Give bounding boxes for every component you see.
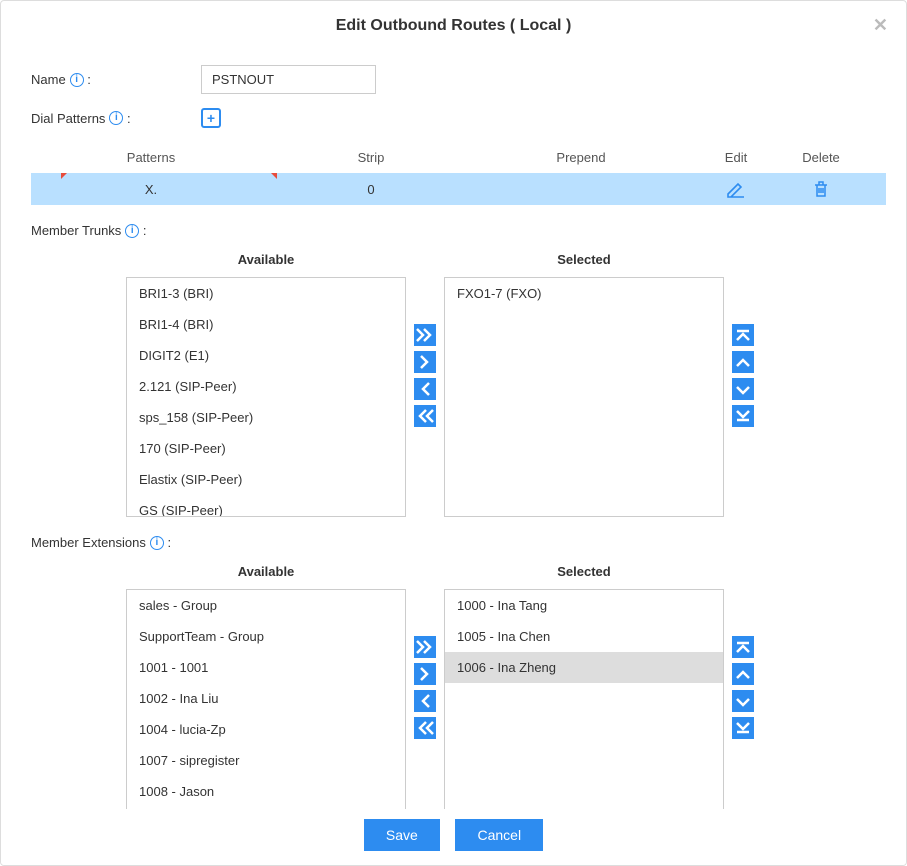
list-item[interactable]: 2.121 (SIP-Peer) <box>127 371 405 402</box>
dial-patterns-label: Dial Patterns i : <box>31 111 201 126</box>
trunks-order-buttons <box>732 324 754 427</box>
list-item[interactable]: 1007 - sipregister <box>127 745 405 776</box>
move-all-left-button[interactable] <box>414 405 436 427</box>
list-item[interactable]: 1006 - Ina Zheng <box>445 652 723 683</box>
col-header-edit: Edit <box>691 150 781 165</box>
delete-icon[interactable] <box>811 180 831 197</box>
selected-title: Selected <box>444 246 724 277</box>
available-title: Available <box>126 246 406 277</box>
dialog-title: Edit Outbound Routes ( Local ) <box>336 17 572 34</box>
trunks-move-buttons <box>414 324 436 427</box>
info-icon[interactable]: i <box>109 111 123 125</box>
name-label: Name i : <box>31 72 201 87</box>
list-item[interactable]: FXO1-7 (FXO) <box>445 278 723 309</box>
dial-patterns-row: Dial Patterns i : + <box>31 108 886 128</box>
list-item[interactable]: 1004 - lucia-Zp <box>127 714 405 745</box>
selected-title: Selected <box>444 558 724 589</box>
list-item[interactable]: 1001 - 1001 <box>127 652 405 683</box>
col-header-strip: Strip <box>271 150 471 165</box>
list-item[interactable]: 170 (SIP-Peer) <box>127 433 405 464</box>
info-icon[interactable]: i <box>70 73 84 87</box>
col-header-delete: Delete <box>781 150 861 165</box>
move-up-button[interactable] <box>732 351 754 373</box>
patterns-table-header: Patterns Strip Prepend Edit Delete <box>31 142 886 173</box>
col-header-patterns: Patterns <box>31 150 271 165</box>
list-item[interactable]: 1000 - Ina Tang <box>445 590 723 621</box>
close-icon[interactable]: ✕ <box>873 15 888 36</box>
trunks-available-list[interactable]: BRI1-3 (BRI)BRI1-4 (BRI)DIGIT2 (E1)2.121… <box>126 277 406 517</box>
edit-outbound-routes-dialog: Edit Outbound Routes ( Local ) ✕ Name i … <box>0 0 907 866</box>
patterns-table: Patterns Strip Prepend Edit Delete X. 0 <box>31 142 886 205</box>
move-left-button[interactable] <box>414 378 436 400</box>
member-trunks-label: Member Trunks i : <box>31 223 886 238</box>
dialog-header: Edit Outbound Routes ( Local ) ✕ <box>1 1 906 45</box>
move-down-button[interactable] <box>732 378 754 400</box>
list-item[interactable]: BRI1-3 (BRI) <box>127 278 405 309</box>
required-marker-icon <box>271 173 277 179</box>
list-item[interactable]: DIGIT2 (E1) <box>127 340 405 371</box>
extensions-selected-list[interactable]: 1000 - Ina Tang1005 - Ina Chen1006 - Ina… <box>444 589 724 813</box>
move-all-right-button[interactable] <box>414 324 436 346</box>
col-header-prepend: Prepend <box>471 150 691 165</box>
extensions-order-buttons <box>732 636 754 739</box>
list-item[interactable]: BRI1-4 (BRI) <box>127 309 405 340</box>
member-extensions-label: Member Extensions i : <box>31 535 886 550</box>
move-all-right-button[interactable] <box>414 636 436 658</box>
member-trunks-picker: Available BRI1-3 (BRI)BRI1-4 (BRI)DIGIT2… <box>126 246 886 517</box>
name-input[interactable] <box>201 65 376 94</box>
move-top-button[interactable] <box>732 636 754 658</box>
trunks-available-column: Available BRI1-3 (BRI)BRI1-4 (BRI)DIGIT2… <box>126 246 406 517</box>
available-title: Available <box>126 558 406 589</box>
required-marker-icon <box>61 173 67 179</box>
edit-icon[interactable] <box>726 180 746 197</box>
add-pattern-button[interactable]: + <box>201 108 221 128</box>
dialog-body: Name i : Dial Patterns i : + Patterns St… <box>1 49 906 813</box>
move-down-button[interactable] <box>732 690 754 712</box>
member-extensions-picker: Available sales - GroupSupportTeam - Gro… <box>126 558 886 813</box>
name-row: Name i : <box>31 65 886 94</box>
cell-patterns: X. <box>31 182 271 197</box>
list-item[interactable]: GS (SIP-Peer) <box>127 495 405 517</box>
list-item[interactable]: sps_158 (SIP-Peer) <box>127 402 405 433</box>
list-item[interactable]: 1008 - Jason <box>127 776 405 807</box>
extensions-move-buttons <box>414 636 436 739</box>
trunks-selected-list[interactable]: FXO1-7 (FXO) <box>444 277 724 517</box>
list-item[interactable]: SupportTeam - Group <box>127 621 405 652</box>
list-item[interactable]: 1005 - Ina Chen <box>445 621 723 652</box>
info-icon[interactable]: i <box>150 536 164 550</box>
move-right-button[interactable] <box>414 663 436 685</box>
cancel-button[interactable]: Cancel <box>455 819 543 851</box>
trunks-selected-column: Selected FXO1-7 (FXO) <box>444 246 724 517</box>
list-item[interactable]: 1002 - Ina Liu <box>127 683 405 714</box>
extensions-selected-column: Selected 1000 - Ina Tang1005 - Ina Chen1… <box>444 558 724 813</box>
move-all-left-button[interactable] <box>414 717 436 739</box>
move-left-button[interactable] <box>414 690 436 712</box>
dialog-footer: Save Cancel <box>1 809 906 865</box>
info-icon[interactable]: i <box>125 224 139 238</box>
save-button[interactable]: Save <box>364 819 440 851</box>
patterns-table-row[interactable]: X. 0 <box>31 173 886 205</box>
list-item[interactable]: Elastix (SIP-Peer) <box>127 464 405 495</box>
move-top-button[interactable] <box>732 324 754 346</box>
extensions-available-list[interactable]: sales - GroupSupportTeam - Group1001 - 1… <box>126 589 406 813</box>
move-right-button[interactable] <box>414 351 436 373</box>
move-bottom-button[interactable] <box>732 405 754 427</box>
move-up-button[interactable] <box>732 663 754 685</box>
cell-strip: 0 <box>271 182 471 197</box>
extensions-available-column: Available sales - GroupSupportTeam - Gro… <box>126 558 406 813</box>
move-bottom-button[interactable] <box>732 717 754 739</box>
list-item[interactable]: sales - Group <box>127 590 405 621</box>
